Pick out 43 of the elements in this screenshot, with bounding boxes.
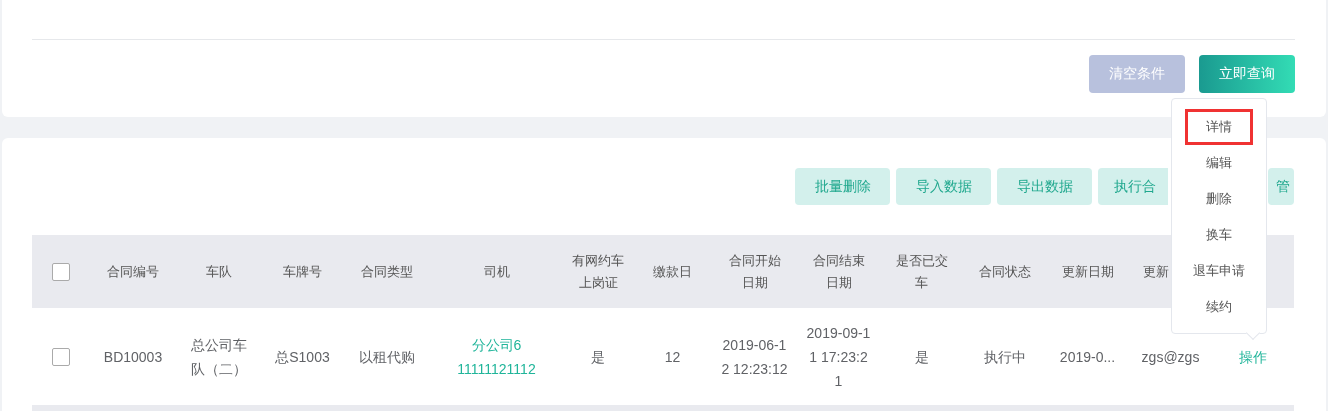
menu-item[interactable]: 详情 (1185, 109, 1253, 145)
table-cell-text: zgs@zgs (1141, 347, 1200, 367)
column-header: 有网约车上岗证 (572, 251, 624, 292)
column-header: 合同编号 (107, 262, 159, 281)
column-header: 更新 (1143, 262, 1169, 281)
table-cell-text: 执行中 (983, 347, 1026, 367)
menu-item[interactable]: 编辑 (1185, 145, 1253, 181)
column-header: 合同类型 (360, 262, 413, 281)
table-cell-text: BD10003 (103, 347, 163, 367)
checkbox[interactable] (52, 347, 70, 366)
menu-item[interactable]: 删除 (1185, 181, 1253, 217)
search-button[interactable]: 立即查询 (1199, 55, 1295, 93)
menu-item[interactable]: 续约 (1185, 289, 1253, 325)
table-cell-text: 2019-0... (1059, 347, 1116, 367)
table-cell-text: 是 (914, 347, 929, 367)
toolbar-button[interactable]: 导出数据 (997, 168, 1092, 205)
toolbar-button[interactable]: 批量删除 (795, 168, 890, 205)
column-header: 合同开始日期 (727, 251, 782, 292)
table-cell-text: 2019-09-11 17:23:21 (806, 323, 871, 391)
toolbar-button[interactable]: 导入数据 (896, 168, 991, 205)
checkbox[interactable] (52, 262, 70, 281)
column-header: 合同状态 (978, 262, 1031, 281)
table-cell-text: 2019-06-12 12:23:12 (721, 335, 788, 379)
column-header: 司机 (483, 262, 510, 281)
toolbar-button[interactable]: 管 (1268, 168, 1294, 205)
table-cell-text: 总公司车队（二） (190, 335, 248, 379)
column-header: 缴款日 (653, 262, 692, 281)
table-cell-text: 总S1003 (275, 347, 330, 367)
toolbar-button[interactable]: 执行合 (1098, 168, 1168, 205)
column-header: 合同结束日期 (811, 251, 866, 292)
phone-link[interactable]: 11111121112 (457, 356, 536, 381)
menu-item[interactable]: 换车 (1185, 217, 1253, 253)
column-header: 是否已交车 (894, 251, 949, 292)
column-header: 车队 (206, 262, 232, 281)
table-cell-text: 是 (591, 347, 605, 367)
table-cell-text: 12 (664, 347, 681, 367)
driver-link[interactable]: 分公司6 (471, 332, 522, 357)
column-header: 更新日期 (1061, 262, 1114, 281)
column-header: 车牌号 (283, 262, 322, 281)
table-cell-text: 以租代购 (358, 347, 415, 367)
clear-button[interactable]: 清空条件 (1089, 55, 1185, 93)
action-link[interactable]: 操作 (1239, 344, 1267, 369)
menu-item[interactable]: 退车申请 (1185, 253, 1253, 289)
